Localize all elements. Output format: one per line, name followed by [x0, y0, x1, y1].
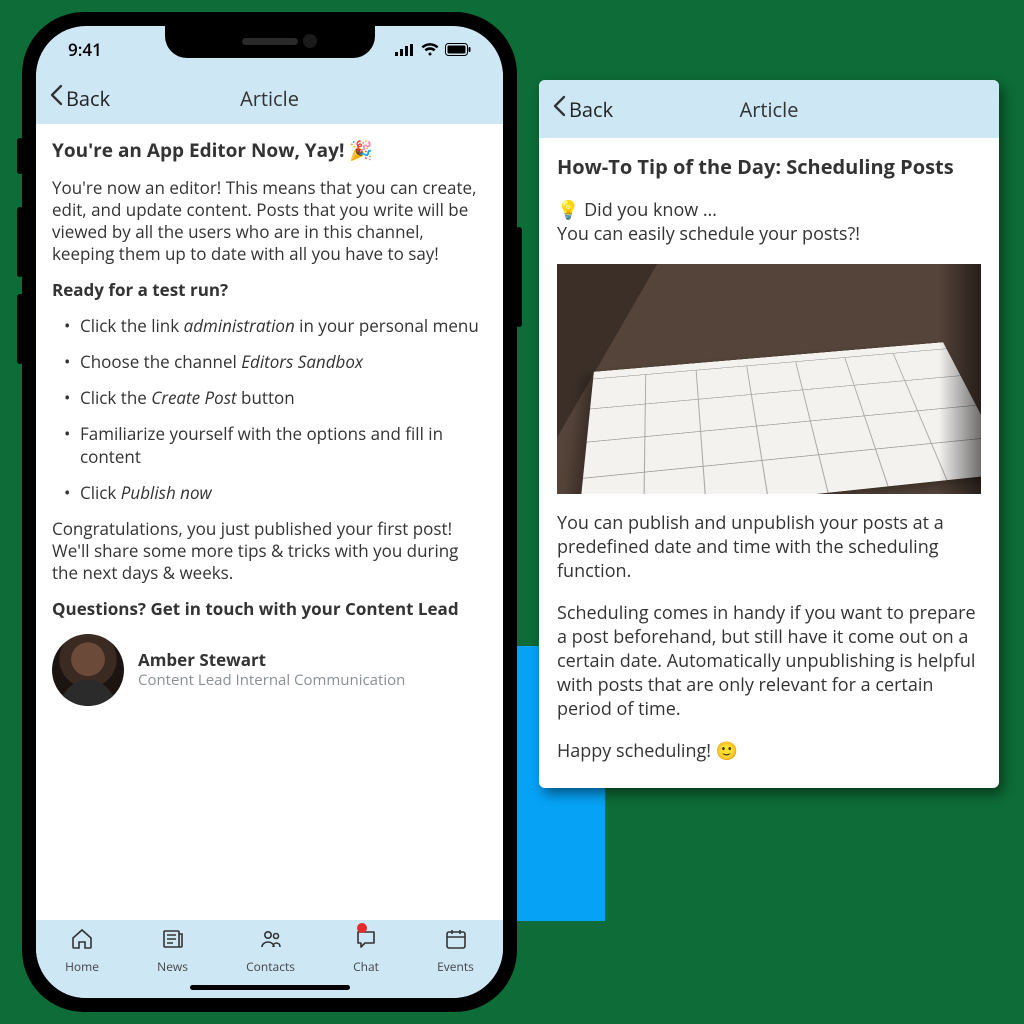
signal-icon	[395, 38, 415, 61]
card-title: How-To Tip of the Day: Scheduling Posts	[557, 154, 981, 181]
person-role: Content Lead Internal Communication	[138, 671, 405, 691]
tab-contacts[interactable]: Contacts	[246, 927, 295, 975]
tab-label: Events	[437, 958, 474, 975]
notification-badge	[357, 923, 367, 933]
card-p1: You can publish and unpublish your posts…	[557, 512, 981, 584]
battery-icon	[445, 38, 471, 61]
status-time: 9:41	[68, 38, 102, 61]
nav-bar: Back Article	[36, 72, 503, 124]
avatar	[52, 634, 124, 706]
article-intro: You're now an editor! This means that yo…	[52, 177, 487, 265]
wifi-icon	[421, 38, 439, 61]
article-questions: Questions? Get in touch with your Conten…	[52, 598, 487, 620]
tab-label: News	[157, 958, 188, 975]
back-label: Back	[66, 85, 110, 112]
article-content[interactable]: You're an App Editor Now, Yay! 🎉 You're …	[36, 124, 503, 920]
step-item: Familiarize yourself with the options an…	[52, 423, 487, 467]
card-image	[557, 264, 981, 494]
card-nav-bar: Back Article	[539, 80, 999, 138]
phone-screen: 9:41 Back Article You're an App Editor N…	[36, 26, 503, 998]
contacts-icon	[259, 927, 283, 955]
home-icon	[70, 927, 94, 955]
tab-chat[interactable]: Chat	[353, 927, 379, 975]
article-title: You're an App Editor Now, Yay! 🎉	[52, 138, 487, 163]
card-content[interactable]: How-To Tip of the Day: Scheduling Posts …	[539, 138, 999, 788]
home-indicator[interactable]	[190, 985, 350, 990]
step-item: Choose the channel Editors Sandbox	[52, 351, 487, 373]
person-name: Amber Stewart	[138, 649, 405, 671]
events-icon	[444, 927, 468, 955]
chevron-left-icon	[48, 84, 64, 112]
back-label: Back	[569, 96, 613, 123]
article-subheading: Ready for a test run?	[52, 279, 487, 301]
tab-home[interactable]: Home	[65, 927, 99, 975]
tab-news[interactable]: News	[157, 927, 188, 975]
article-outro: Congratulations, you just published your…	[52, 518, 487, 584]
step-item: Click Publish now	[52, 482, 487, 504]
article-steps: Click the link administration in your pe…	[52, 315, 487, 504]
card-p2: Scheduling comes in handy if you want to…	[557, 602, 981, 722]
card-back-button[interactable]: Back	[545, 89, 619, 129]
tab-label: Contacts	[246, 958, 295, 975]
article-card: Back Article How-To Tip of the Day: Sche…	[539, 80, 999, 788]
card-lead: 💡 Did you know …You can easily schedule …	[557, 199, 981, 247]
chevron-left-icon	[551, 95, 567, 123]
back-button[interactable]: Back	[42, 78, 116, 118]
card-p3: Happy scheduling! 🙂	[557, 740, 981, 764]
contact-person[interactable]: Amber Stewart Content Lead Internal Comm…	[52, 634, 487, 706]
tab-label: Home	[65, 958, 99, 975]
news-icon	[161, 927, 185, 955]
tab-events[interactable]: Events	[437, 927, 474, 975]
phone-frame: 9:41 Back Article You're an App Editor N…	[22, 12, 517, 1012]
step-item: Click the link administration in your pe…	[52, 315, 487, 337]
tab-label: Chat	[353, 958, 379, 975]
step-item: Click the Create Post button	[52, 387, 487, 409]
notch	[165, 26, 375, 58]
